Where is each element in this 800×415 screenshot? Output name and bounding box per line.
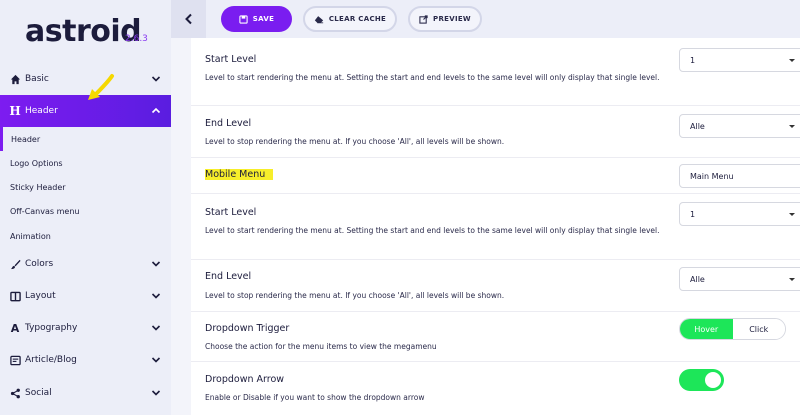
- subitem-label: Logo Options: [10, 158, 63, 168]
- field-value: Main Menu: [690, 171, 734, 181]
- setting-title: Start Level: [205, 207, 257, 218]
- subitem-label: Animation: [10, 231, 51, 241]
- setting-description: Enable or Disable if you want to show th…: [205, 393, 425, 402]
- setting-title: End Level: [205, 271, 252, 282]
- setting-mobile-start-level: Start Level Level to start rendering the…: [191, 194, 800, 260]
- setting-mobile-end-level: End Level Level to stop rendering the me…: [191, 260, 800, 312]
- select-value: Alle: [690, 274, 705, 284]
- clear-cache-button[interactable]: CLEAR CACHE: [303, 6, 397, 32]
- highlighted-title: Mobile Menu: [205, 169, 274, 180]
- toolbar: SAVE CLEAR CACHE PREVIEW: [171, 0, 800, 38]
- sidebar-item-label: Layout: [25, 291, 56, 301]
- main-content: Start Level Level to start rendering the…: [171, 38, 800, 415]
- chevron-down-icon: [151, 261, 161, 267]
- subitem-header[interactable]: Header: [0, 127, 171, 151]
- collapse-sidebar-button[interactable]: [171, 0, 206, 38]
- option-click[interactable]: Click: [732, 319, 785, 339]
- mobile-menu-field[interactable]: Main Menu: [679, 164, 800, 188]
- clear-cache-label: CLEAR CACHE: [328, 15, 387, 23]
- setting-dropdown-trigger: Dropdown Trigger Choose the action for t…: [191, 312, 800, 362]
- preview-label: PREVIEW: [433, 15, 471, 23]
- sidebar-item-layout[interactable]: Layout: [0, 280, 171, 312]
- setting-title: Mobile Menu: [205, 169, 274, 180]
- sidebar-item-label: Article/Blog: [25, 355, 77, 365]
- toggle-knob: [705, 372, 721, 388]
- start-level-select[interactable]: 1: [679, 48, 800, 72]
- setting-description: Level to start rendering the menu at. Se…: [205, 73, 660, 82]
- subitem-sticky-header[interactable]: Sticky Header: [0, 175, 171, 199]
- annotation-arrow-icon: [88, 74, 114, 100]
- save-label: SAVE: [252, 15, 275, 23]
- share-icon: [9, 387, 21, 399]
- setting-end-level: End Level Level to stop rendering the me…: [191, 106, 800, 158]
- setting-start-level: Start Level Level to start rendering the…: [191, 38, 800, 106]
- sidebar: astroid 2.6.3 Basic H Header Header Logo…: [0, 0, 171, 415]
- subitem-logo-options[interactable]: Logo Options: [0, 151, 171, 175]
- sidebar-item-article-blog[interactable]: Article/Blog: [0, 344, 171, 376]
- chevron-left-icon: [184, 13, 192, 25]
- preview-button[interactable]: PREVIEW: [408, 6, 482, 32]
- setting-title: End Level: [205, 118, 252, 129]
- mobile-end-level-select[interactable]: Alle: [679, 267, 800, 291]
- end-level-select[interactable]: Alle: [679, 114, 800, 138]
- select-value: Alle: [690, 121, 705, 131]
- setting-mobile-menu: Mobile Menu Main Menu: [191, 158, 800, 194]
- setting-dropdown-arrow: Dropdown Arrow Enable or Disable if you …: [191, 362, 800, 415]
- subitem-label: Off-Canvas menu: [10, 206, 80, 216]
- caret-down-icon: [789, 278, 795, 281]
- sidebar-item-label: Colors: [25, 259, 54, 269]
- save-icon: [239, 14, 248, 24]
- sidebar-item-social[interactable]: Social: [0, 377, 171, 409]
- save-button[interactable]: SAVE: [221, 6, 292, 32]
- caret-down-icon: [789, 125, 795, 128]
- option-hover[interactable]: Hover: [680, 319, 733, 339]
- chevron-down-icon: [151, 357, 161, 363]
- sidebar-item-label: Social: [25, 388, 52, 398]
- subitem-label: Header: [11, 134, 41, 144]
- brush-icon: [9, 258, 21, 270]
- setting-title: Dropdown Arrow: [205, 374, 285, 385]
- mobile-start-level-select[interactable]: 1: [679, 202, 800, 226]
- sidebar-item-label: Basic: [25, 74, 49, 84]
- caret-down-icon: [789, 213, 795, 216]
- subitem-off-canvas-menu[interactable]: Off-Canvas menu: [0, 199, 171, 223]
- chevron-down-icon: [151, 293, 161, 299]
- select-value: 1: [690, 209, 696, 219]
- article-icon: [9, 354, 21, 366]
- subitem-label: Sticky Header: [10, 182, 66, 192]
- logo-area: astroid 2.6.3: [0, 0, 171, 64]
- settings-panel: Start Level Level to start rendering the…: [191, 38, 800, 415]
- chevron-down-icon: [151, 76, 161, 82]
- chevron-up-icon: [151, 107, 161, 114]
- setting-description: Level to stop rendering the menu at. If …: [205, 137, 505, 146]
- sidebar-item-label: Header: [25, 106, 58, 116]
- header-h-icon: H: [9, 104, 21, 118]
- chevron-down-icon: [151, 390, 161, 396]
- chevron-down-icon: [151, 325, 161, 331]
- sidebar-item-typography[interactable]: A Typography: [0, 312, 171, 344]
- setting-description: Level to stop rendering the menu at. If …: [205, 291, 505, 300]
- typography-icon: A: [10, 321, 20, 335]
- select-value: 1: [690, 55, 696, 65]
- setting-title: Start Level: [205, 54, 257, 65]
- dropdown-arrow-toggle[interactable]: [679, 369, 724, 391]
- sidebar-item-label: Typography: [25, 323, 78, 333]
- eraser-icon: [314, 15, 324, 23]
- version-label: 2.6.3: [125, 34, 148, 44]
- logo: astroid: [25, 14, 142, 49]
- layout-icon: [9, 290, 21, 302]
- caret-down-icon: [789, 59, 795, 62]
- setting-description: Choose the action for the menu items to …: [205, 342, 437, 351]
- sidebar-item-colors[interactable]: Colors: [0, 248, 171, 280]
- setting-description: Level to start rendering the menu at. Se…: [205, 226, 660, 235]
- dropdown-trigger-segmented: Hover Click: [679, 318, 786, 340]
- external-link-icon: [419, 14, 428, 24]
- subitem-animation[interactable]: Animation: [0, 224, 171, 248]
- home-icon: [9, 73, 21, 85]
- setting-title: Dropdown Trigger: [205, 323, 290, 334]
